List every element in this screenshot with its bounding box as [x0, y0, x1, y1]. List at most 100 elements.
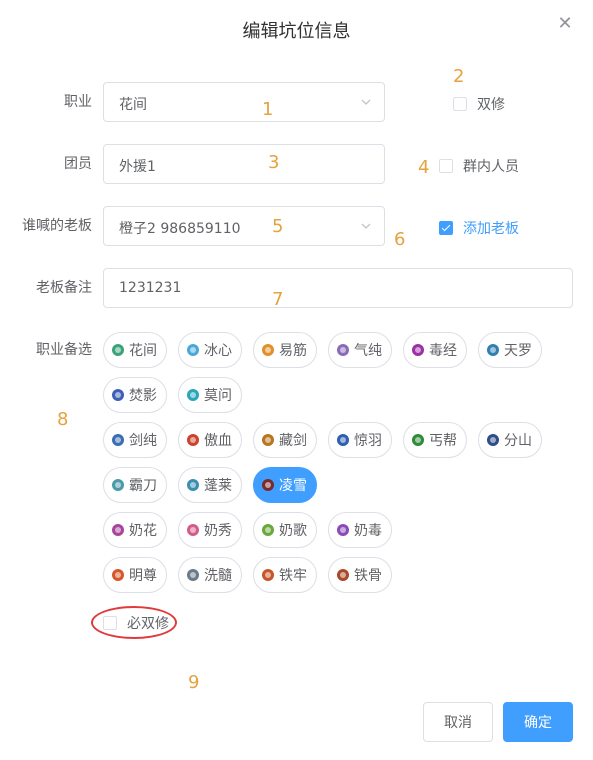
boss-note-input[interactable]: 1231231: [103, 268, 573, 308]
profession-chip-label: 莫问: [204, 388, 232, 404]
annotation-1: 1: [262, 99, 274, 120]
profession-chip[interactable]: 气纯: [328, 332, 392, 368]
annotation-3: 3: [268, 152, 280, 173]
member-value: 外援1: [119, 159, 156, 175]
badao-icon: [112, 479, 124, 491]
huajian-icon: [112, 344, 124, 356]
profession-label: 职业: [64, 94, 92, 110]
profession-chip[interactable]: 铁牢: [253, 557, 317, 593]
chevron-down-icon: [360, 220, 372, 232]
profession-chip[interactable]: 天罗: [478, 332, 542, 368]
profession-chip-label: 冰心: [204, 343, 232, 359]
in-group-label: 群内人员: [463, 159, 519, 175]
annotation-8: 8: [57, 409, 69, 430]
profession-chip[interactable]: 丐帮: [403, 422, 467, 458]
boss-select[interactable]: 橙子2 986859110: [103, 206, 385, 246]
profession-chip[interactable]: 藏剑: [253, 422, 317, 458]
naige-icon: [262, 524, 274, 536]
in-group-box[interactable]: [439, 159, 453, 173]
profession-chip[interactable]: 奶秀: [178, 512, 242, 548]
profession-chip[interactable]: 毒经: [403, 332, 467, 368]
profession-chip-label: 霸刀: [129, 478, 157, 494]
add-boss-box[interactable]: [439, 221, 453, 235]
profession-chip-label: 奶毒: [354, 523, 382, 539]
mowen-icon: [187, 389, 199, 401]
lingxue-icon: [262, 479, 274, 491]
qichun-icon: [337, 344, 349, 356]
profession-chip-label: 丐帮: [429, 433, 457, 449]
highlight-circle: [91, 606, 177, 639]
add-boss-checkbox[interactable]: 添加老板: [439, 218, 519, 238]
dialog-title: 编辑坑位信息: [242, 21, 351, 42]
cangjian-icon: [262, 434, 274, 446]
profession-chip-label: 藏剑: [279, 433, 307, 449]
member-input[interactable]: 外援1: [103, 144, 385, 184]
annotation-5: 5: [272, 216, 284, 237]
annotation-6: 6: [394, 229, 406, 250]
fenying-icon: [112, 389, 124, 401]
penglai-icon: [187, 479, 199, 491]
naihua-icon: [112, 524, 124, 536]
profession-chip-label: 洗髓: [204, 568, 232, 584]
profession-chip[interactable]: 霸刀: [103, 467, 167, 503]
xisui-icon: [187, 569, 199, 581]
chevron-down-icon: [360, 96, 372, 108]
member-label: 团员: [64, 156, 92, 172]
confirm-button[interactable]: 确定: [503, 702, 573, 742]
profession-chip-label: 铁牢: [279, 568, 307, 584]
profession-chip-label: 气纯: [354, 343, 382, 359]
profession-chip[interactable]: 凌雪: [253, 467, 317, 503]
profession-chip-label: 奶歌: [279, 523, 307, 539]
annotation-2: 2: [453, 66, 465, 87]
profession-chip[interactable]: 奶歌: [253, 512, 317, 548]
add-boss-label: 添加老板: [463, 221, 519, 237]
profession-chip[interactable]: 铁骨: [328, 557, 392, 593]
profession-chip-label: 易筋: [279, 343, 307, 359]
profession-chip-label: 凌雪: [279, 478, 307, 494]
profession-chip[interactable]: 焚影: [103, 377, 167, 413]
profession-chip[interactable]: 花间: [103, 332, 167, 368]
profession-chip[interactable]: 蓬莱: [178, 467, 242, 503]
bingxin-icon: [187, 344, 199, 356]
profession-chip[interactable]: 易筋: [253, 332, 317, 368]
tielao-icon: [262, 569, 274, 581]
alt-profession-label: 职业备选: [36, 342, 92, 358]
naidu-icon: [337, 524, 349, 536]
close-icon[interactable]: ✕: [556, 15, 574, 33]
profession-chip-label: 焚影: [129, 388, 157, 404]
boss-value: 橙子2 986859110: [119, 221, 241, 237]
jingyu-icon: [337, 434, 349, 446]
profession-chip-label: 蓬莱: [204, 478, 232, 494]
tiegu-icon: [337, 569, 349, 581]
profession-chip[interactable]: 分山: [478, 422, 542, 458]
profession-chip[interactable]: 奶花: [103, 512, 167, 548]
profession-chip[interactable]: 冰心: [178, 332, 242, 368]
profession-chip-label: 奶秀: [204, 523, 232, 539]
profession-chip[interactable]: 惊羽: [328, 422, 392, 458]
profession-chip-label: 毒经: [429, 343, 457, 359]
profession-chip-label: 分山: [504, 433, 532, 449]
profession-chip-label: 奶花: [129, 523, 157, 539]
double-cultivation-box[interactable]: [453, 97, 467, 111]
double-cultivation-label: 双修: [477, 97, 505, 113]
profession-value: 花间: [119, 97, 147, 113]
profession-chip-label: 明尊: [129, 568, 157, 584]
boss-note-label: 老板备注: [36, 280, 92, 296]
cancel-button[interactable]: 取消: [423, 702, 493, 742]
in-group-checkbox[interactable]: 群内人员: [439, 156, 519, 176]
mingzun-icon: [112, 569, 124, 581]
annotation-9: 9: [188, 672, 200, 693]
profession-chip[interactable]: 洗髓: [178, 557, 242, 593]
profession-chip[interactable]: 奶毒: [328, 512, 392, 548]
profession-chip[interactable]: 傲血: [178, 422, 242, 458]
profession-chip-label: 惊羽: [354, 433, 382, 449]
profession-chip-label: 天罗: [504, 343, 532, 359]
profession-chip[interactable]: 剑纯: [103, 422, 167, 458]
profession-chip[interactable]: 莫问: [178, 377, 242, 413]
double-cultivation-checkbox[interactable]: 双修: [453, 94, 505, 114]
profession-chip[interactable]: 明尊: [103, 557, 167, 593]
annotation-7: 7: [272, 289, 284, 310]
boss-note-value: 1231231: [119, 280, 182, 296]
boss-label: 谁喊的老板: [22, 218, 92, 234]
profession-select[interactable]: 花间: [103, 82, 385, 122]
